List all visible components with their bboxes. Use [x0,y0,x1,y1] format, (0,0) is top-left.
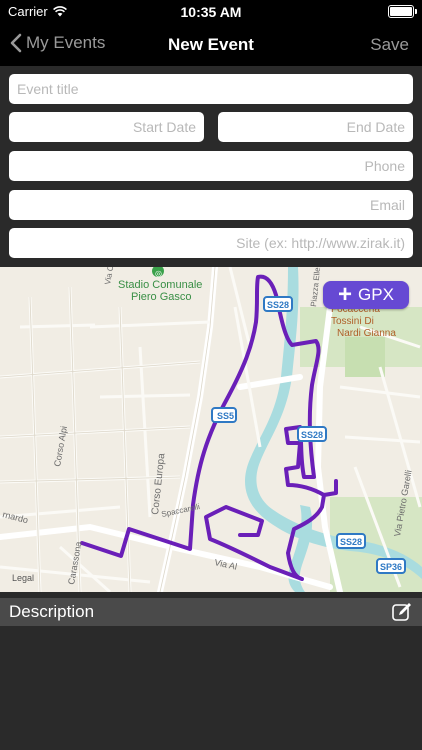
description-header: Description [0,598,422,626]
label-focacceria-3: Nardi Gianna [337,328,396,339]
label-stadium-1: Stadio Comunale [118,279,202,291]
shield-ss28-bottom: SS28 [340,537,362,547]
event-title-field[interactable]: Event title [9,74,413,104]
start-date-field[interactable]: Start Date [9,112,204,142]
description-label: Description [9,602,95,621]
label-via-ca: Via Ca [103,267,116,285]
add-gpx-button[interactable]: + GPX [323,281,409,309]
label-rnardo: rnardo [2,509,30,525]
map-canvas: ◎ SS28 SS5 SS28 SS28 SP36 Stadio Comunal… [0,267,422,592]
label-piazza-ellero: Piazza Ellero [309,267,323,307]
shield-ss28-mid: SS28 [301,430,323,440]
edit-icon[interactable] [391,601,413,623]
end-date-field[interactable]: End Date [218,112,413,142]
page-title: New Event [168,35,254,54]
legal-link[interactable]: Legal [12,573,34,583]
description-body[interactable] [0,626,422,750]
navigation-bar: My Events New Event Save [0,24,422,66]
phone-field[interactable]: Phone [9,151,413,181]
plus-icon: + [338,281,353,308]
shield-ss5: SS5 [217,411,234,421]
shield-ss28-top: SS28 [267,300,289,310]
park-icon-glyph: ◎ [155,269,162,278]
site-field[interactable]: Site (ex: http://www.zirak.it) [9,228,413,258]
label-corso-alpi: Corso Alpi [52,425,69,467]
status-time: 10:35 AM [180,4,242,20]
label-corso-europa: Corso Europa [150,452,167,515]
battery-icon [388,5,417,18]
map-view[interactable]: ◎ SS28 SS5 SS28 SS28 SP36 Stadio Comunal… [0,267,422,592]
app: Carrier 10:35 AM My Events New Event Sav… [0,0,422,750]
save-button[interactable]: Save [370,35,409,55]
label-stadium-2: Piero Gasco [131,291,192,303]
park-area [345,337,385,377]
label-focacceria-2: Tossini Di [331,316,374,327]
shield-sp36: SP36 [380,562,402,572]
status-bar: Carrier 10:35 AM [0,0,422,24]
street-outlines [0,267,216,592]
email-field[interactable]: Email [9,190,413,220]
gpx-button-label: GPX [358,285,394,304]
event-form: Event title Start Date End Date Phone Em… [0,66,422,266]
